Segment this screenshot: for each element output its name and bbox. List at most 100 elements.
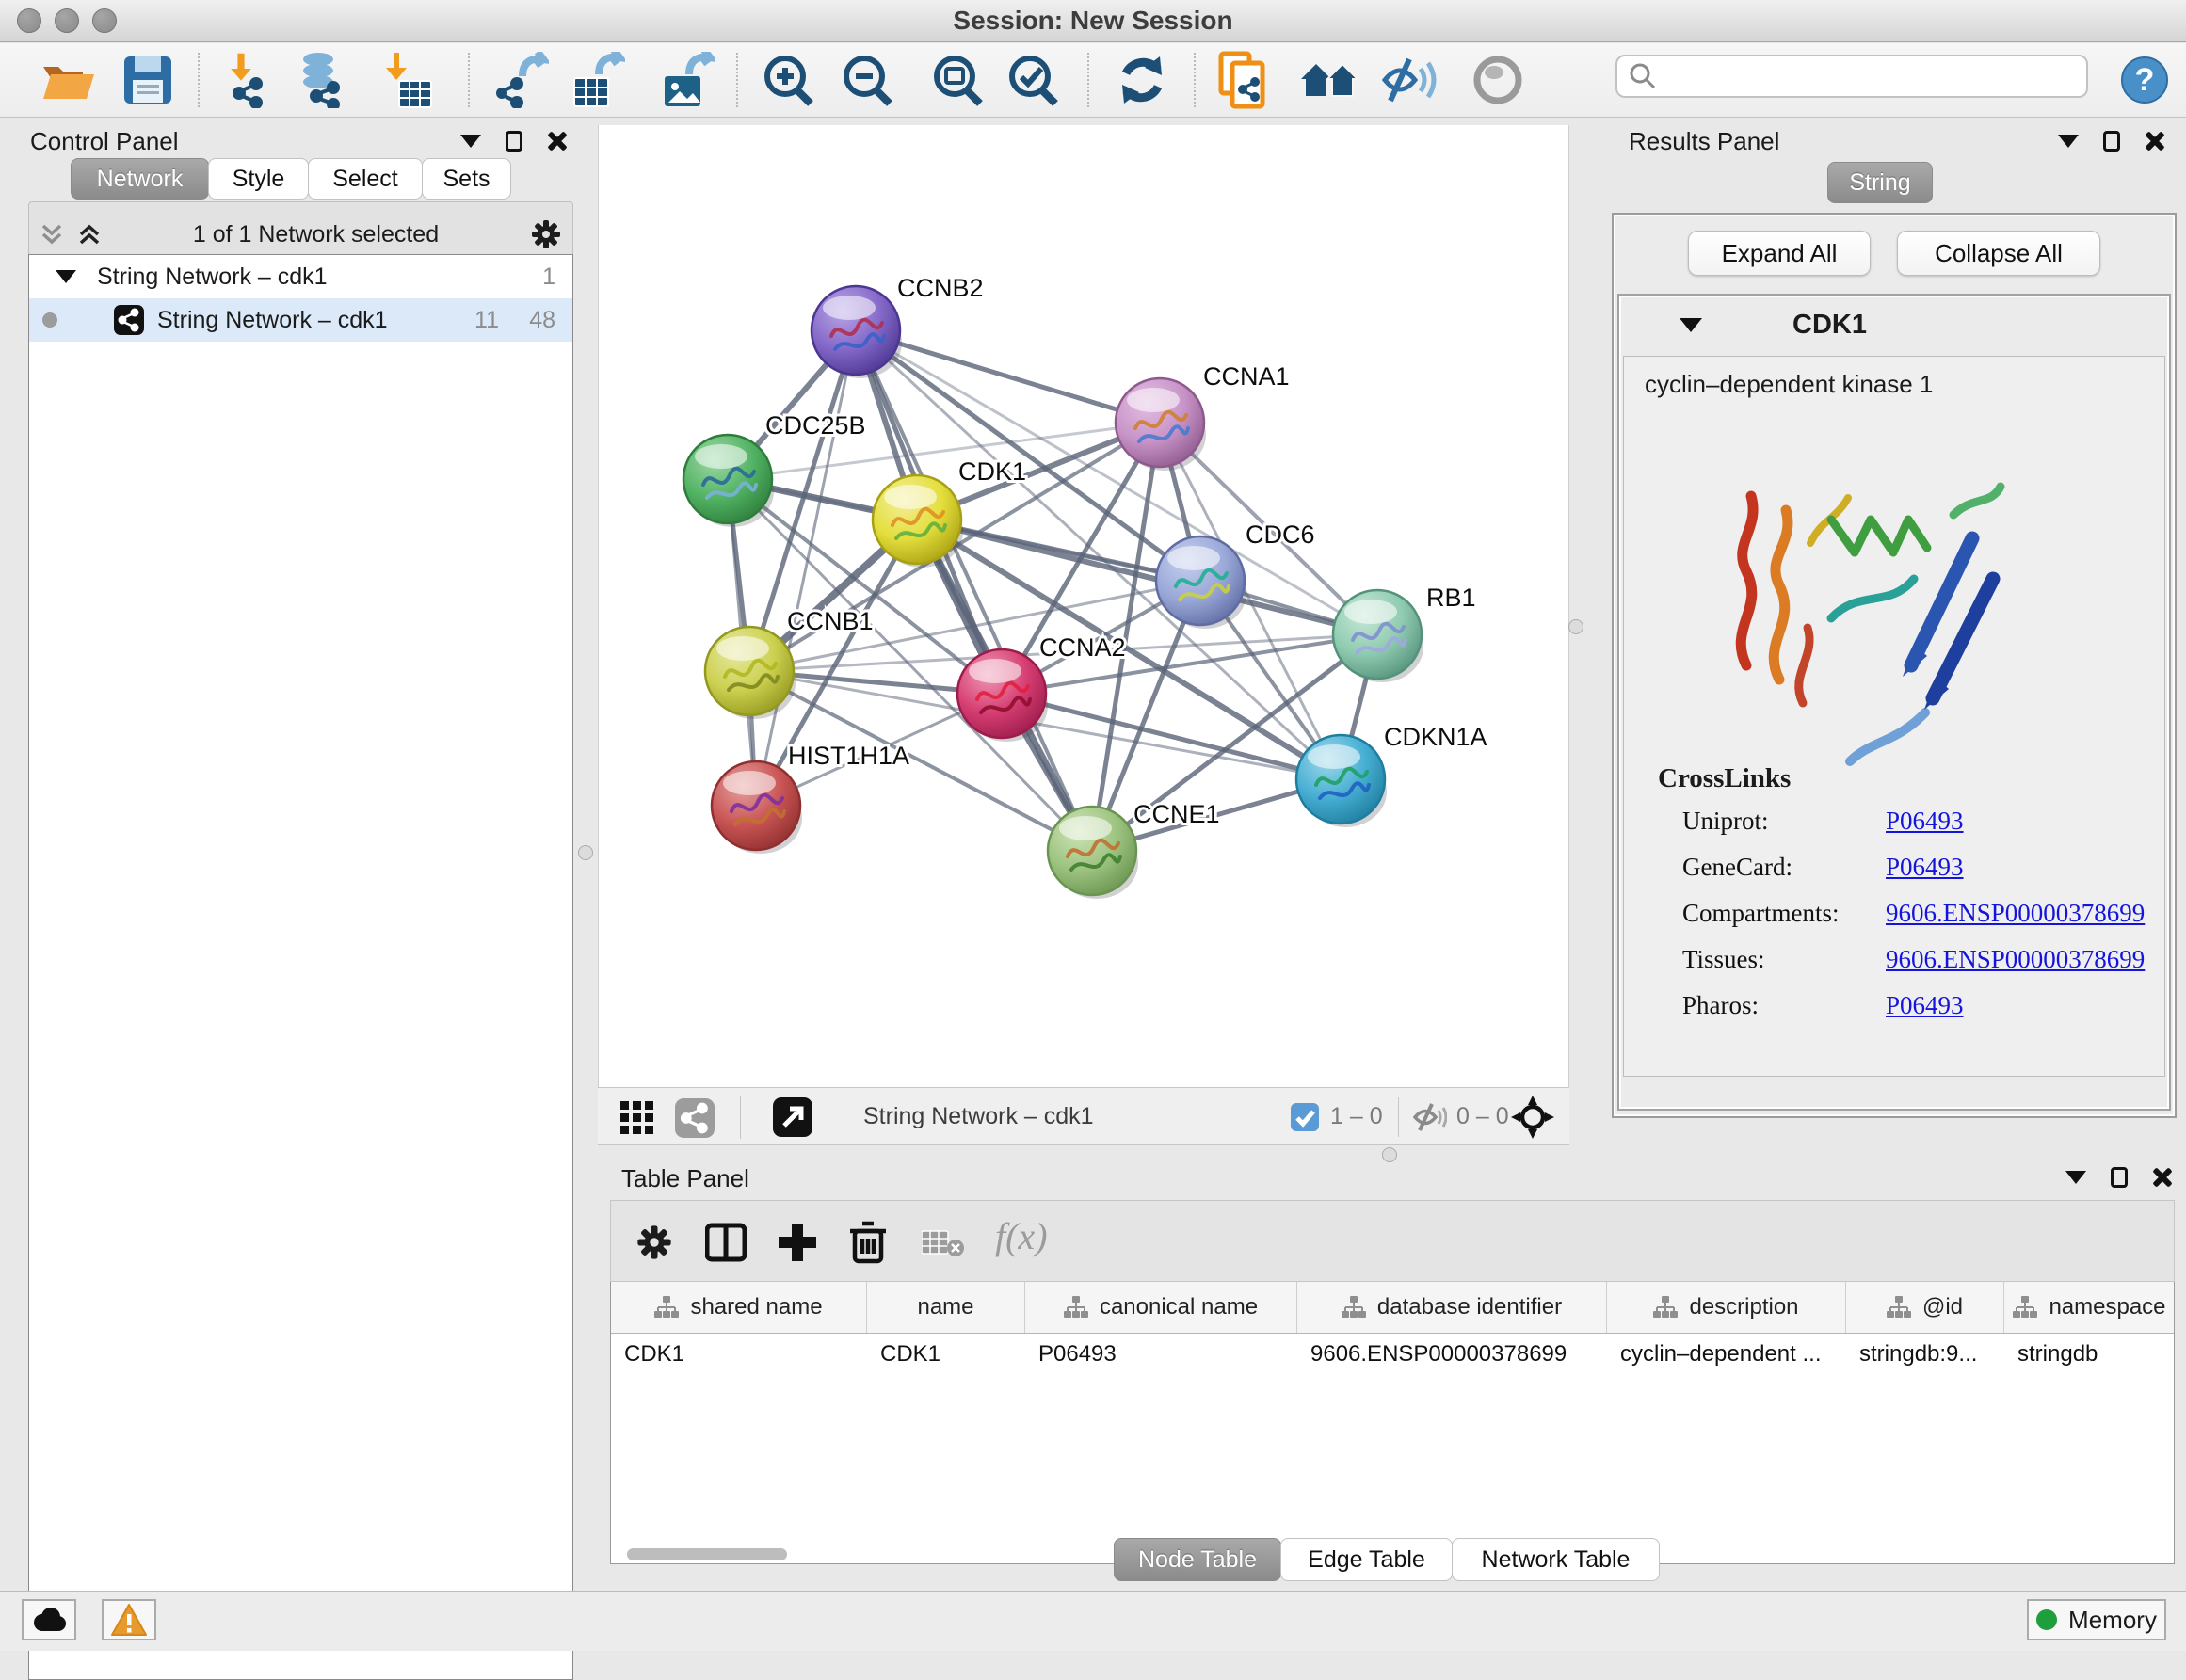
open-session-button[interactable] bbox=[35, 47, 103, 113]
import-table-file-button[interactable] bbox=[373, 47, 441, 113]
tab-sets[interactable]: Sets bbox=[422, 158, 511, 200]
tab-select[interactable]: Select bbox=[308, 158, 423, 200]
float-panel-icon[interactable] bbox=[2058, 135, 2079, 148]
tab-edge-table[interactable]: Edge Table bbox=[1280, 1538, 1453, 1581]
table-cell[interactable]: stringdb:9... bbox=[1846, 1334, 2004, 1375]
table-cell[interactable]: stringdb bbox=[2004, 1334, 2175, 1375]
export-table-button[interactable] bbox=[564, 47, 632, 113]
column-header-canonical-name[interactable]: canonical name bbox=[1025, 1282, 1297, 1333]
collapse-all-icon[interactable] bbox=[40, 222, 64, 247]
string-network-graph[interactable]: CCNB2CCNA1CDC25BCDK1CDC6RB1CCNB1CCNA2CDK… bbox=[599, 125, 1570, 1087]
network-node-CDC25B[interactable] bbox=[683, 435, 774, 527]
delete-table-icon[interactable] bbox=[922, 1229, 965, 1257]
node-label: HIST1H1A bbox=[788, 742, 909, 770]
network-node-CCNE1[interactable] bbox=[1048, 807, 1138, 899]
cloud-status-button[interactable] bbox=[22, 1599, 76, 1640]
help-button[interactable]: ? bbox=[2111, 47, 2178, 113]
show-columns-icon[interactable] bbox=[705, 1222, 747, 1263]
network-row-selected[interactable]: String Network – cdk1 11 48 bbox=[29, 298, 572, 342]
table-cell[interactable]: CDK1 bbox=[611, 1334, 867, 1375]
hidden-eye-icon[interactable] bbox=[1413, 1103, 1447, 1131]
column-header--id[interactable]: @id bbox=[1846, 1282, 2004, 1333]
column-header-shared-name[interactable]: shared name bbox=[611, 1282, 867, 1333]
tab-style[interactable]: Style bbox=[208, 158, 309, 200]
tab-string[interactable]: String bbox=[1827, 162, 1933, 203]
protein-section-header[interactable]: CDK1 bbox=[1619, 296, 2169, 354]
network-node-CCNB1[interactable] bbox=[705, 627, 796, 719]
gear-icon[interactable] bbox=[530, 218, 562, 250]
tab-network-table[interactable]: Network Table bbox=[1452, 1538, 1660, 1581]
duplicate-network-button[interactable] bbox=[1211, 47, 1278, 113]
tab-network[interactable]: Network bbox=[71, 158, 209, 200]
warnings-button[interactable] bbox=[102, 1599, 156, 1640]
open-in-new-window-icon[interactable] bbox=[773, 1097, 812, 1137]
zoom-in-button[interactable] bbox=[755, 47, 823, 113]
expand-all-button[interactable]: Expand All bbox=[1688, 231, 1871, 276]
section-collapse-icon[interactable] bbox=[1680, 318, 1702, 332]
window-traffic-lights[interactable] bbox=[17, 8, 117, 33]
home-networks-button[interactable] bbox=[1295, 47, 1363, 113]
table-cell[interactable]: 9606.ENSP00000378699 bbox=[1297, 1334, 1607, 1375]
close-panel-icon[interactable] bbox=[547, 132, 566, 151]
float-panel-icon[interactable] bbox=[460, 135, 481, 148]
network-node-CCNA1[interactable] bbox=[1116, 378, 1206, 471]
close-panel-icon[interactable] bbox=[2145, 132, 2163, 151]
hide-unhide-button[interactable] bbox=[1376, 47, 1444, 113]
network-node-CDKN1A[interactable] bbox=[1296, 735, 1387, 827]
memory-button[interactable]: Memory bbox=[2027, 1599, 2166, 1640]
left-splitter-handle[interactable] bbox=[578, 845, 593, 860]
network-collection-row[interactable]: String Network – cdk1 1 bbox=[29, 255, 572, 298]
table-row[interactable]: CDK1CDK1P064939606.ENSP00000378699cyclin… bbox=[611, 1334, 2174, 1375]
tab-node-table[interactable]: Node Table bbox=[1114, 1538, 1281, 1581]
export-network-button[interactable] bbox=[489, 47, 556, 113]
fit-selected-crosshair-icon[interactable] bbox=[1511, 1096, 1554, 1139]
zoom-fit-button[interactable] bbox=[924, 47, 992, 113]
network-view-type-icon[interactable] bbox=[675, 1098, 715, 1138]
expand-all-icon[interactable] bbox=[77, 222, 102, 247]
import-network-database-button[interactable] bbox=[286, 47, 354, 113]
crosslink-value-link[interactable]: P06493 bbox=[1886, 853, 1964, 882]
maximize-panel-icon[interactable] bbox=[2103, 131, 2120, 152]
create-column-plus-icon[interactable] bbox=[777, 1222, 818, 1263]
crosslink-value-link[interactable]: P06493 bbox=[1886, 807, 1964, 836]
export-image-button[interactable] bbox=[654, 47, 722, 113]
table-cell[interactable]: cyclin–dependent ... bbox=[1607, 1334, 1846, 1375]
function-builder-icon[interactable]: f(x) bbox=[995, 1214, 1048, 1258]
close-window-button[interactable] bbox=[17, 8, 41, 33]
crosslink-value-link[interactable]: 9606.ENSP00000378699 bbox=[1886, 945, 2145, 974]
float-panel-icon[interactable] bbox=[2065, 1171, 2086, 1184]
table-cell[interactable]: P06493 bbox=[1025, 1334, 1297, 1375]
zoom-selected-button[interactable] bbox=[1000, 47, 1068, 113]
table-settings-gear-icon[interactable] bbox=[635, 1224, 673, 1261]
gray-eye-button[interactable] bbox=[1464, 47, 1532, 113]
maximize-panel-icon[interactable] bbox=[506, 131, 522, 152]
maximize-panel-icon[interactable] bbox=[2111, 1167, 2128, 1188]
network-node-CDC6[interactable] bbox=[1156, 536, 1246, 629]
right-splitter-handle[interactable] bbox=[1568, 619, 1583, 634]
horizontal-scrollbar-thumb[interactable] bbox=[627, 1548, 787, 1560]
tree-expand-icon[interactable] bbox=[56, 270, 76, 283]
column-header-description[interactable]: description bbox=[1607, 1282, 1846, 1333]
maximize-window-button[interactable] bbox=[92, 8, 117, 33]
birdseye-grid-icon[interactable] bbox=[620, 1101, 654, 1135]
table-cell[interactable]: CDK1 bbox=[867, 1334, 1025, 1375]
delete-column-trash-icon[interactable] bbox=[848, 1220, 888, 1265]
network-canvas[interactable]: CCNB2CCNA1CDC25BCDK1CDC6RB1CCNB1CCNA2CDK… bbox=[598, 125, 1569, 1087]
network-node-HIST1H1A[interactable] bbox=[712, 761, 802, 854]
collapse-all-button[interactable]: Collapse All bbox=[1897, 231, 2100, 276]
import-network-file-button[interactable] bbox=[211, 47, 279, 113]
network-node-RB1[interactable] bbox=[1333, 590, 1423, 682]
refresh-button[interactable] bbox=[1108, 47, 1176, 113]
column-header-namespace[interactable]: namespace bbox=[2004, 1282, 2175, 1333]
crosslink-value-link[interactable]: 9606.ENSP00000378699 bbox=[1886, 899, 2145, 928]
network-node-CDK1[interactable] bbox=[873, 475, 963, 568]
column-header-name[interactable]: name bbox=[867, 1282, 1025, 1333]
minimize-window-button[interactable] bbox=[55, 8, 79, 33]
search-input[interactable] bbox=[1657, 63, 2062, 89]
selected-nodes-checkbox-icon[interactable] bbox=[1291, 1103, 1319, 1131]
crosslink-value-link[interactable]: P06493 bbox=[1886, 991, 1964, 1020]
close-panel-icon[interactable] bbox=[2152, 1168, 2171, 1187]
zoom-out-button[interactable] bbox=[834, 47, 902, 113]
column-header-database-identifier[interactable]: database identifier bbox=[1297, 1282, 1607, 1333]
save-session-button[interactable] bbox=[114, 47, 182, 113]
